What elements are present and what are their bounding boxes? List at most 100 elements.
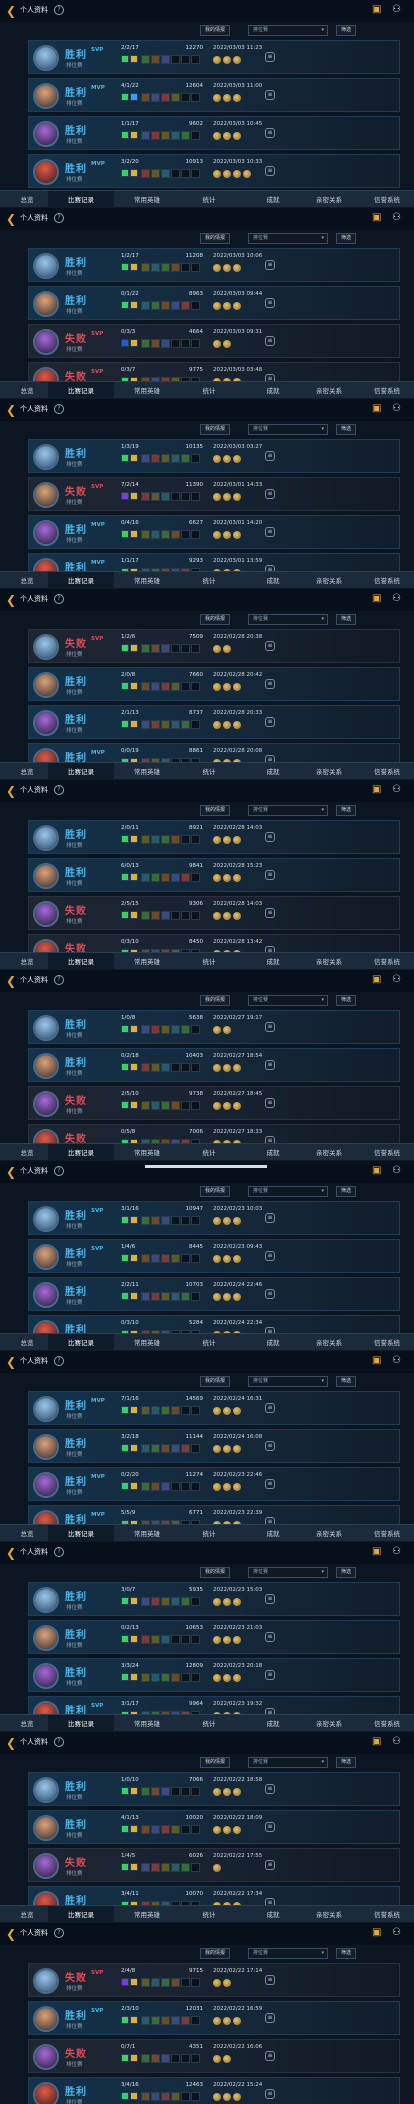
friends-icon[interactable]: ⚇ — [392, 1165, 401, 1176]
hero-avatar[interactable] — [33, 710, 59, 736]
mode-select[interactable]: 排位赛 ▾ — [248, 233, 328, 244]
my-team-button[interactable]: 我的情报 — [200, 424, 231, 435]
tab-5[interactable]: 亲密关系 — [296, 1144, 362, 1162]
match-detail-icon[interactable]: ≡ — [265, 679, 275, 689]
hero-avatar[interactable] — [33, 1244, 59, 1270]
shop-icon[interactable]: ▣ — [372, 1355, 381, 1366]
hero-avatar[interactable] — [33, 1853, 59, 1879]
shop-icon[interactable]: ▣ — [372, 403, 381, 414]
mode-select[interactable]: 排位赛 ▾ — [248, 1757, 328, 1768]
match-detail-icon[interactable]: ≡ — [265, 2089, 275, 2099]
hero-avatar[interactable] — [33, 634, 59, 660]
tab-6[interactable]: 信誉系统 — [354, 953, 414, 971]
match-detail-icon[interactable]: ≡ — [265, 870, 275, 880]
hero-avatar[interactable] — [33, 291, 59, 317]
friends-icon[interactable]: ⚇ — [392, 1927, 401, 1938]
filter-button[interactable]: 筛选 — [336, 233, 357, 244]
match-detail-icon[interactable]: ≡ — [265, 1860, 275, 1870]
match-detail-icon[interactable]: ≡ — [265, 908, 275, 918]
tab-5[interactable]: 亲密关系 — [296, 1715, 362, 1733]
match-row[interactable]: 胜利 排位赛 1/1/17 9602 2022/03/03 10:45 ≡ — [28, 116, 400, 150]
tab-3[interactable]: 统计 — [176, 382, 242, 400]
match-row[interactable]: 胜利 SVP 排位赛 2/3/10 12031 2022/02/22 16:59 ≡ — [28, 2001, 400, 2035]
help-icon[interactable]: ? — [54, 404, 64, 414]
help-icon[interactable]: ? — [54, 1166, 64, 1176]
hero-avatar[interactable] — [33, 444, 59, 470]
match-detail-icon[interactable]: ≡ — [265, 451, 275, 461]
tab-1[interactable]: 比赛记录 — [48, 572, 114, 590]
match-row[interactable]: 胜利 排位赛 1/3/19 10135 2022/03/03 03:27 ≡ — [28, 439, 400, 473]
hero-avatar[interactable] — [33, 672, 59, 698]
match-detail-icon[interactable]: ≡ — [265, 641, 275, 651]
back-arrow-icon[interactable]: ❮ — [6, 1927, 16, 1941]
hero-avatar[interactable] — [33, 159, 59, 185]
match-detail-icon[interactable]: ≡ — [265, 1213, 275, 1223]
tab-6[interactable]: 信誉系统 — [354, 382, 414, 400]
tab-5[interactable]: 亲密关系 — [296, 572, 362, 590]
tab-5[interactable]: 亲密关系 — [296, 382, 362, 400]
filter-button[interactable]: 筛选 — [336, 805, 357, 816]
tab-3[interactable]: 统计 — [176, 1334, 242, 1352]
mode-select[interactable]: 排位赛 ▾ — [248, 995, 328, 1006]
help-icon[interactable]: ? — [54, 1547, 64, 1557]
mode-select[interactable]: 排位赛 ▾ — [248, 1567, 328, 1578]
match-detail-icon[interactable]: ≡ — [265, 1594, 275, 1604]
tab-2[interactable]: 常用英雄 — [114, 1906, 180, 1924]
tab-3[interactable]: 统计 — [176, 1715, 242, 1733]
filter-button[interactable]: 筛选 — [336, 25, 357, 36]
match-row[interactable]: 胜利 MVP 排位赛 3/2/20 10913 2022/03/03 10:33 ≡ — [28, 154, 400, 188]
match-row[interactable]: 失败 排位赛 2/5/15 9306 2022/02/28 14:03 ≡ — [28, 896, 400, 930]
friends-icon[interactable]: ⚇ — [392, 212, 401, 223]
hero-avatar[interactable] — [33, 1625, 59, 1651]
hero-avatar[interactable] — [33, 1663, 59, 1689]
match-row[interactable]: 胜利 排位赛 3/0/7 5935 2022/02/23 15:03 ≡ — [28, 1582, 400, 1616]
filter-button[interactable]: 筛选 — [336, 1948, 357, 1959]
tab-3[interactable]: 统计 — [176, 1144, 242, 1162]
my-team-button[interactable]: 我的情报 — [200, 1948, 231, 1959]
tab-1[interactable]: 比赛记录 — [48, 191, 114, 209]
back-arrow-icon[interactable]: ❮ — [6, 212, 16, 226]
help-icon[interactable]: ? — [54, 1928, 64, 1938]
shop-icon[interactable]: ▣ — [372, 1546, 381, 1557]
tab-2[interactable]: 常用英雄 — [114, 382, 180, 400]
tab-3[interactable]: 统计 — [176, 191, 242, 209]
tab-1[interactable]: 比赛记录 — [48, 763, 114, 781]
filter-button[interactable]: 筛选 — [336, 1186, 357, 1197]
match-row[interactable]: 胜利 排位赛 1/0/10 7066 2022/02/22 18:58 ≡ — [28, 1772, 400, 1806]
match-detail-icon[interactable]: ≡ — [265, 717, 275, 727]
tab-1[interactable]: 比赛记录 — [48, 1144, 114, 1162]
tab-6[interactable]: 信誉系统 — [354, 1334, 414, 1352]
filter-button[interactable]: 筛选 — [336, 995, 357, 1006]
match-detail-icon[interactable]: ≡ — [265, 1060, 275, 1070]
match-detail-icon[interactable]: ≡ — [265, 2013, 275, 2023]
back-arrow-icon[interactable]: ❮ — [6, 1736, 16, 1750]
hero-avatar[interactable] — [33, 2082, 59, 2104]
hero-avatar[interactable] — [33, 2044, 59, 2070]
tab-2[interactable]: 常用英雄 — [114, 1334, 180, 1352]
tab-1[interactable]: 比赛记录 — [48, 1715, 114, 1733]
hero-avatar[interactable] — [33, 1282, 59, 1308]
friends-icon[interactable]: ⚇ — [392, 4, 401, 15]
tab-6[interactable]: 信誉系统 — [354, 763, 414, 781]
match-detail-icon[interactable]: ≡ — [265, 1403, 275, 1413]
back-arrow-icon[interactable]: ❮ — [6, 1165, 16, 1179]
match-detail-icon[interactable]: ≡ — [265, 1822, 275, 1832]
match-row[interactable]: 失败 SVP 排位赛 1/2/6 7509 2022/02/28 20:38 ≡ — [28, 629, 400, 663]
tab-2[interactable]: 常用英雄 — [114, 953, 180, 971]
help-icon[interactable]: ? — [54, 594, 64, 604]
match-row[interactable]: 胜利 SVP 排位赛 1/4/6 8445 2022/02/23 09:43 ≡ — [28, 1239, 400, 1273]
mode-select[interactable]: 排位赛 ▾ — [248, 614, 328, 625]
match-row[interactable]: 胜利 排位赛 2/0/8 7660 2022/02/28 20:42 ≡ — [28, 667, 400, 701]
hero-avatar[interactable] — [33, 1053, 59, 1079]
hero-avatar[interactable] — [33, 901, 59, 927]
match-detail-icon[interactable]: ≡ — [265, 166, 275, 176]
tab-1[interactable]: 比赛记录 — [48, 953, 114, 971]
filter-button[interactable]: 筛选 — [336, 1376, 357, 1387]
tab-6[interactable]: 信誉系统 — [354, 1525, 414, 1543]
match-detail-icon[interactable]: ≡ — [265, 298, 275, 308]
hero-avatar[interactable] — [33, 1815, 59, 1841]
match-detail-icon[interactable]: ≡ — [265, 1975, 275, 1985]
match-detail-icon[interactable]: ≡ — [265, 527, 275, 537]
my-team-button[interactable]: 我的情报 — [200, 1376, 231, 1387]
back-arrow-icon[interactable]: ❮ — [6, 4, 16, 18]
